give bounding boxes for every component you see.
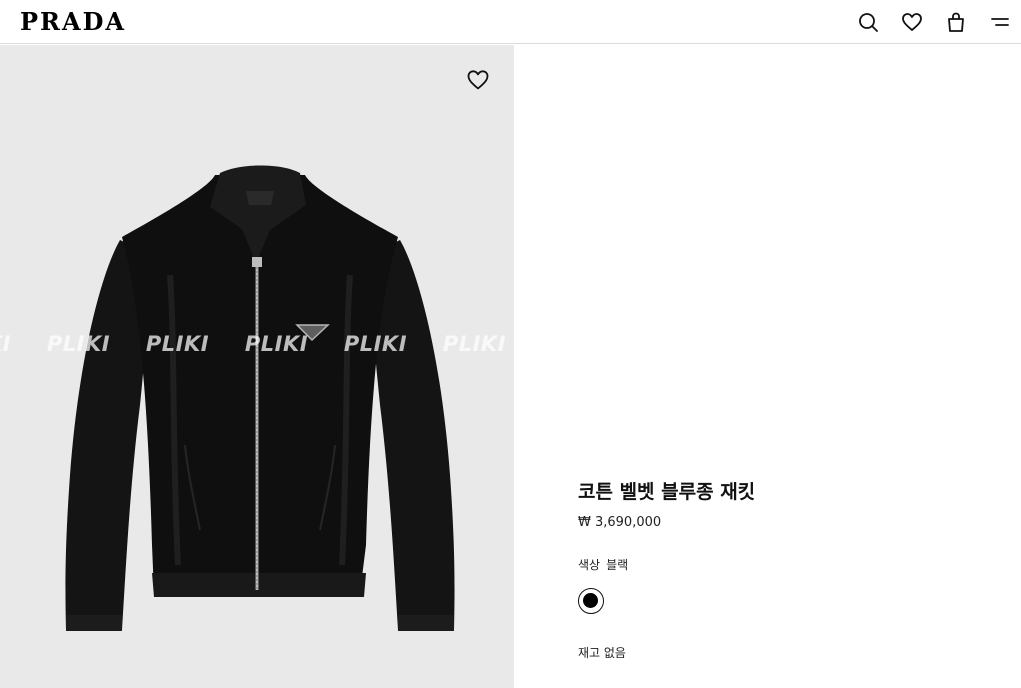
product-image (60, 145, 460, 635)
color-value: 블랙 (606, 558, 629, 572)
color-swatch-black[interactable] (578, 588, 604, 614)
menu-icon[interactable] (989, 11, 1011, 33)
product-title: 코튼 벨벳 블루종 재킷 (578, 481, 756, 503)
product-image-gallery[interactable]: KI PLIKI PLIKI PLIKI PLIKI PLIKI (0, 45, 514, 688)
swatch-fill (583, 593, 598, 608)
site-header: PRADA (0, 0, 1021, 44)
product-price: ₩ 3,690,000 (578, 515, 662, 530)
wishlist-heart-icon[interactable] (466, 68, 490, 92)
shopping-bag-icon[interactable] (945, 11, 967, 33)
prada-logo[interactable]: PRADA (20, 8, 126, 36)
color-label: 색상 (578, 558, 601, 572)
stock-status: 재고 없음 (578, 646, 626, 660)
color-info: 색상 블랙 (578, 556, 978, 574)
product-details: 코튼 벨벳 블루종 재킷 ₩ 3,690,000 색상 블랙 재고 없음 (578, 478, 978, 662)
watermark-text: KI PLIKI PLIKI PLIKI PLIKI PLIKI (0, 332, 507, 356)
heart-icon[interactable] (901, 11, 923, 33)
search-icon[interactable] (857, 11, 879, 33)
